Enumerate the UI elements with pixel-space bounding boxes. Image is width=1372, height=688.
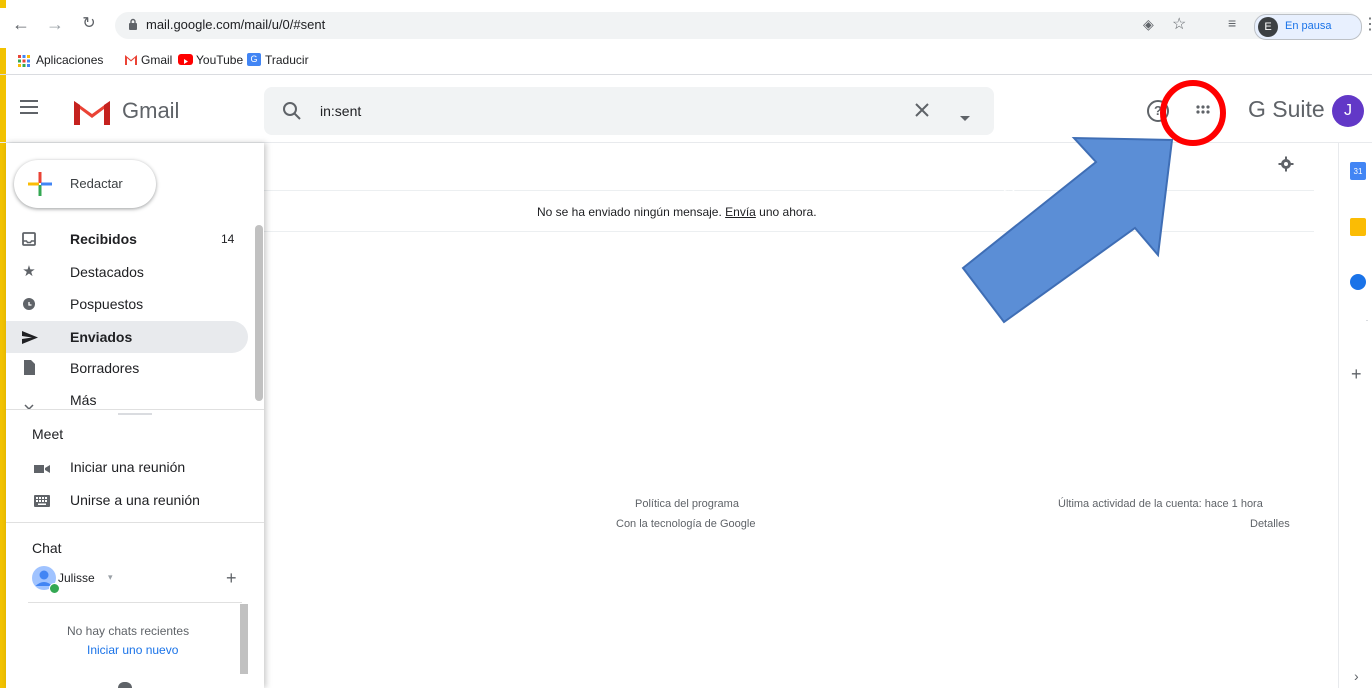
translate-icon: G	[247, 53, 261, 66]
compose-plus-icon	[28, 172, 52, 196]
send-icon	[22, 331, 38, 344]
keyboard-icon	[34, 494, 50, 507]
chat-divider	[28, 602, 242, 603]
settings-gear-icon[interactable]	[1278, 156, 1294, 172]
chat-user-name[interactable]: Julisse	[58, 571, 95, 585]
compose-button[interactable]: Redactar	[14, 160, 156, 208]
clock-icon	[23, 298, 35, 310]
details-link[interactable]: Detalles	[1250, 518, 1290, 530]
search-box[interactable]	[264, 87, 994, 135]
new-chat-icon[interactable]: +	[226, 568, 237, 589]
nav-inbox[interactable]: Recibidos 14	[6, 223, 248, 255]
start-meeting-link[interactable]: Iniciar una reunión	[70, 459, 185, 475]
nav-sent[interactable]: Enviados	[6, 321, 248, 353]
cast-icon[interactable]: ◈	[1143, 16, 1154, 33]
bookmark-aplicaciones[interactable]: Aplicaciones	[36, 50, 103, 70]
nav-more-label: Más	[70, 392, 97, 408]
browser-menu-icon[interactable]: ⋮	[1362, 14, 1372, 34]
start-new-chat-link[interactable]: Iniciar uno nuevo	[87, 643, 178, 657]
chat-title: Chat	[32, 540, 62, 556]
star-bookmark-icon[interactable]: ☆	[1172, 14, 1186, 34]
side-divider	[1366, 320, 1368, 321]
annotation-arrow	[950, 100, 1190, 330]
gmail-logo-icon[interactable]	[72, 97, 112, 127]
star-icon: ★	[22, 263, 36, 280]
main-menu-icon[interactable]	[20, 100, 38, 114]
search-icon[interactable]	[282, 101, 302, 121]
gmail-small-icon	[124, 53, 138, 65]
no-recent-chats: No hay chats recientes	[67, 624, 190, 638]
nav-more[interactable]: Más	[6, 386, 248, 411]
search-input[interactable]: in:sent	[320, 103, 361, 119]
side-expand-icon[interactable]: ›	[1354, 668, 1359, 684]
bookmark-youtube[interactable]: YouTube	[196, 50, 243, 70]
nav-drafts[interactable]: Borradores	[6, 352, 248, 384]
profile-pill[interactable]: E En pausa	[1254, 14, 1362, 40]
bookmark-traducir[interactable]: Traducir	[265, 50, 309, 70]
nav-snoozed-label: Pospuestos	[70, 296, 144, 312]
sidebar-scrollbar[interactable]	[255, 225, 263, 401]
gmail-title: Gmail	[122, 98, 180, 123]
bookmark-gmail[interactable]: Gmail	[141, 50, 172, 70]
lock-icon	[128, 18, 138, 31]
profile-status: En pausa	[1285, 20, 1332, 32]
youtube-icon	[178, 54, 193, 65]
empty-prefix: No se ha enviado ningún mensaje.	[537, 205, 726, 219]
calendar-icon[interactable]: 31	[1350, 162, 1366, 180]
clear-search-icon[interactable]	[912, 100, 932, 120]
bookmarks-divider	[0, 74, 1372, 75]
program-policy-link[interactable]: Política del programa	[635, 498, 739, 510]
send-now-link[interactable]: Envía	[725, 205, 756, 219]
forward-icon[interactable]: →	[44, 13, 66, 35]
chat-user-avatar[interactable]	[32, 566, 60, 594]
meet-divider	[6, 522, 264, 523]
media-icon[interactable]: ≡	[1228, 15, 1236, 31]
chat-scrollbar[interactable]	[240, 604, 248, 674]
powered-by-google: Con la tecnología de Google	[616, 518, 756, 530]
nav-sent-label: Enviados	[70, 329, 133, 345]
empty-sent-message: No se ha enviado ningún mensaje. Envía u…	[537, 205, 817, 219]
tasks-icon[interactable]	[1350, 274, 1366, 290]
resize-handle[interactable]	[118, 413, 152, 415]
inbox-icon	[22, 232, 36, 246]
last-activity: Última actividad de la cuenta: hace 1 ho…	[1058, 498, 1263, 510]
contacts-icon[interactable]	[118, 682, 132, 688]
meet-title: Meet	[32, 426, 64, 442]
draft-icon	[24, 360, 35, 375]
account-avatar[interactable]: J	[1332, 95, 1364, 127]
apps-grid-icon	[18, 54, 30, 67]
reload-icon[interactable]: ↻	[78, 13, 100, 35]
empty-suffix: uno ahora.	[755, 205, 817, 219]
chevron-down-icon	[24, 397, 34, 411]
nav-starred-label: Destacados	[70, 264, 144, 280]
join-meeting-link[interactable]: Unirse a una reunión	[70, 492, 200, 508]
video-camera-icon	[34, 461, 50, 473]
back-icon[interactable]: ←	[10, 13, 32, 35]
url-text[interactable]: mail.google.com/mail/u/0/#sent	[146, 17, 325, 32]
compose-label: Redactar	[70, 176, 123, 191]
add-addon-icon[interactable]: +	[1351, 364, 1362, 385]
nav-drafts-label: Borradores	[70, 360, 140, 376]
nav-inbox-count: 14	[221, 232, 235, 246]
nav-divider	[6, 409, 264, 410]
keep-icon[interactable]	[1350, 218, 1366, 236]
gsuite-logo[interactable]: G Suite	[1248, 96, 1325, 123]
nav-starred[interactable]: ★ Destacados	[6, 256, 248, 288]
nav-snoozed[interactable]: Pospuestos	[6, 288, 248, 320]
nav-inbox-label: Recibidos	[70, 231, 137, 247]
profile-avatar: E	[1258, 17, 1278, 37]
user-dropdown-icon[interactable]: ▾	[108, 572, 113, 583]
